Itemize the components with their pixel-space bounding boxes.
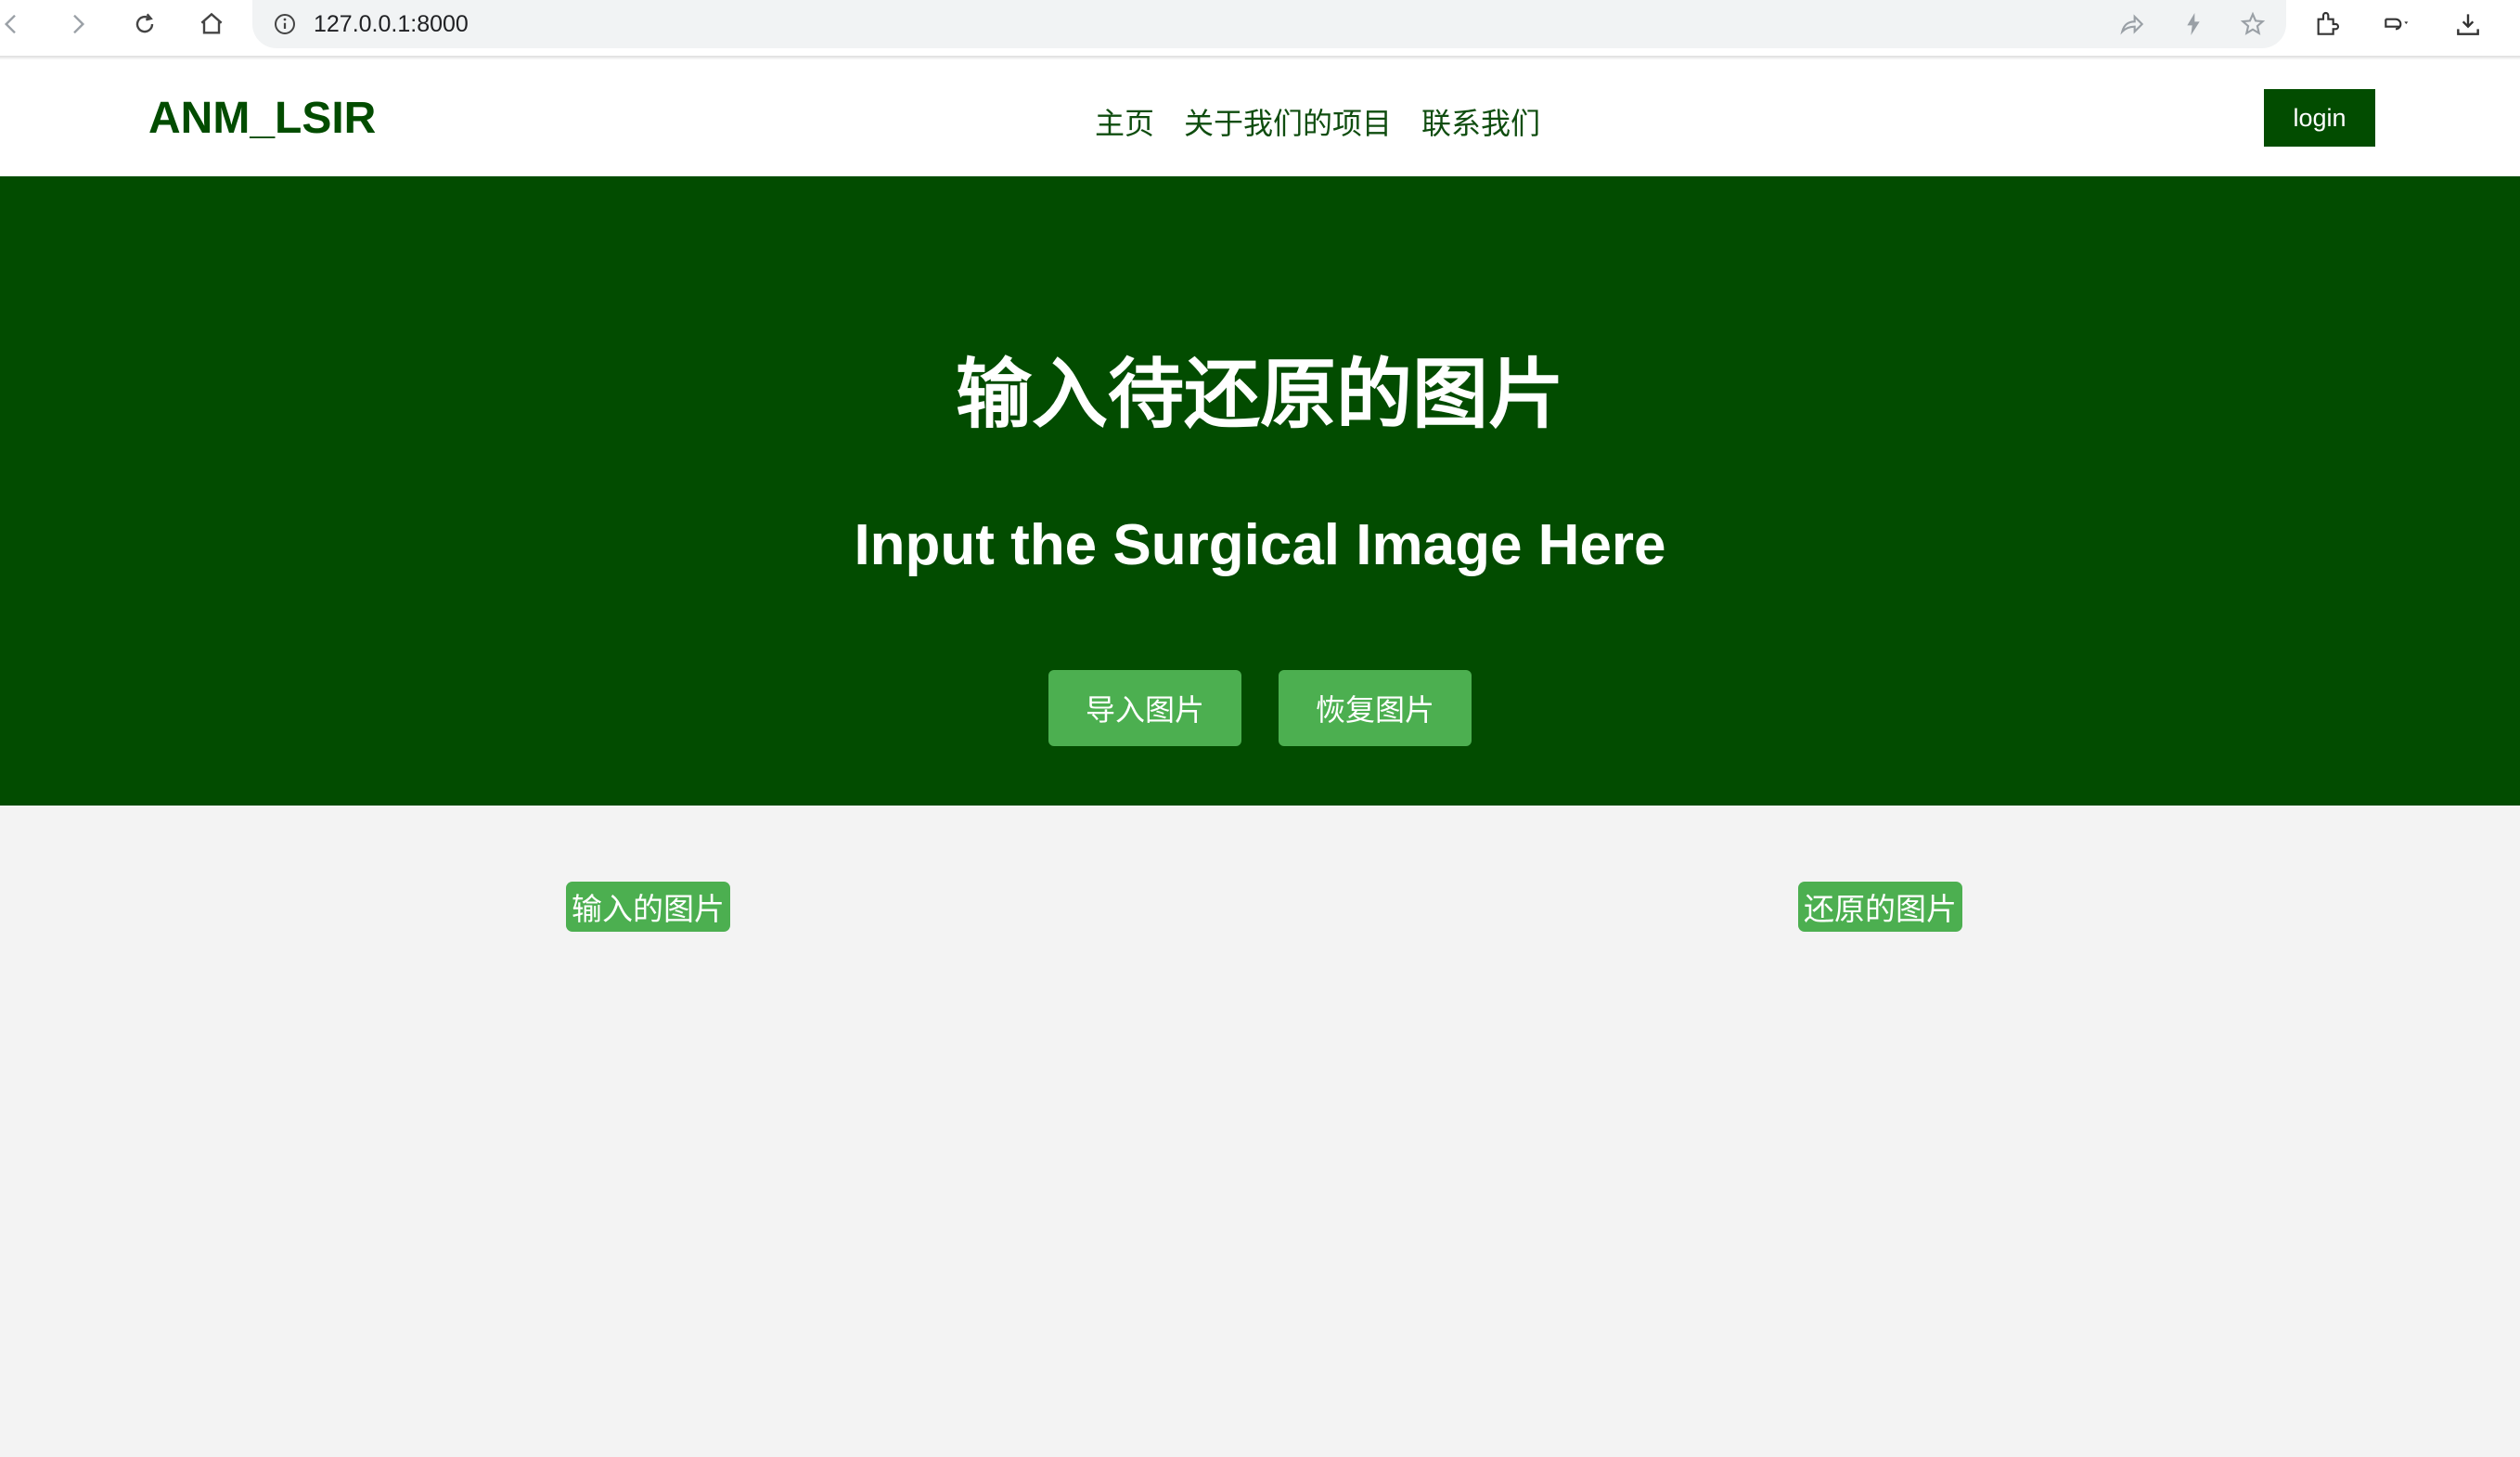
main-nav: 主页 关于我们的项目 联系我们 (1095, 100, 1540, 143)
import-image-button[interactable]: 导入图片 (1048, 670, 1241, 746)
site-logo[interactable]: ANM_LSIR (148, 93, 376, 144)
reload-icon[interactable] (124, 4, 165, 45)
forward-icon[interactable] (58, 4, 98, 45)
url-text[interactable]: 127.0.0.1:8000 (314, 11, 469, 38)
home-icon[interactable] (191, 4, 232, 45)
image-panels: 输入的图片 还原的图片 (0, 806, 2520, 1457)
address-bar[interactable]: 127.0.0.1:8000 (252, 0, 2286, 48)
browser-toolbar: 127.0.0.1:8000 (0, 0, 2520, 58)
hero-section: 输入待还原的图片 Input the Surgical Image Here 导… (0, 176, 2520, 806)
site-header: ANM_LSIR 主页 关于我们的项目 联系我们 login (0, 59, 2520, 176)
output-image-label: 还原的图片 (1798, 882, 1962, 932)
nav-contact[interactable]: 联系我们 (1421, 100, 1540, 143)
lightning-icon[interactable] (2175, 6, 2212, 43)
extensions-icon[interactable] (2308, 6, 2346, 43)
input-image-label: 输入的图片 (566, 882, 730, 932)
restore-image-button[interactable]: 恢复图片 (1279, 670, 1472, 746)
nav-home[interactable]: 主页 (1095, 100, 1154, 143)
hero-subtitle: Input the Surgical Image Here (854, 513, 1666, 577)
login-button[interactable]: login (2264, 89, 2375, 147)
star-icon[interactable] (2234, 6, 2271, 43)
hero-buttons: 导入图片 恢复图片 (0, 670, 2520, 746)
nav-about-project[interactable]: 关于我们的项目 (1184, 100, 1392, 143)
info-icon[interactable] (271, 10, 299, 38)
undo-icon[interactable] (2377, 6, 2414, 43)
download-icon[interactable] (2449, 6, 2487, 43)
hero-title: 输入待还原的图片 (955, 351, 1564, 439)
back-icon[interactable] (0, 4, 32, 45)
share-icon[interactable] (2114, 6, 2151, 43)
